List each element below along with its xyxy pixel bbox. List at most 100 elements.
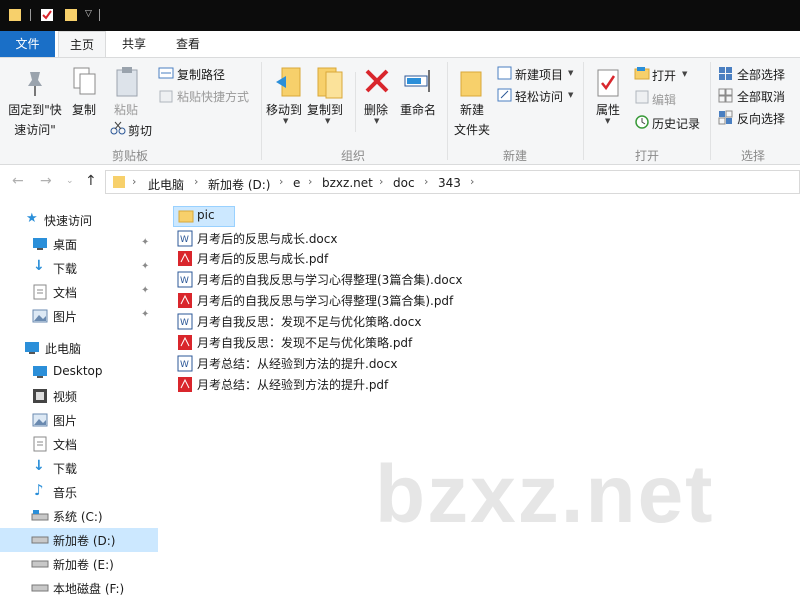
paste-button[interactable]: 粘贴 (114, 101, 138, 118)
copy-to-button[interactable]: 复制到 (307, 101, 343, 118)
ribbon-tab-bar: 文件 主页 共享 查看 (0, 31, 800, 58)
system-drive-icon (31, 510, 49, 521)
cut-button[interactable]: 剪切 (128, 122, 152, 139)
properties-check-icon[interactable] (40, 8, 54, 22)
desktop-icon (33, 366, 47, 378)
breadcrumb-item[interactable]: bzxz.net (322, 176, 373, 190)
chevron-down-icon[interactable]: ▽ (85, 9, 92, 19)
nav-item-drive-e[interactable]: 新加卷 (E:) (0, 552, 158, 576)
select-all-button[interactable]: 全部选择 (737, 66, 785, 83)
nav-label: 系统 (C:) (53, 510, 103, 524)
file-name: 月考自我反思：发现不足与优化策略.docx (197, 315, 422, 329)
pin-icon: ✦ (141, 309, 150, 320)
nav-label: 新加卷 (E:) (53, 558, 114, 572)
svg-text:W: W (180, 318, 189, 328)
history-icon (635, 115, 649, 129)
drive-icon (31, 536, 49, 544)
nav-item-drive-f[interactable]: 本地磁盘 (F:) (0, 576, 158, 600)
tab-view[interactable]: 查看 (162, 31, 214, 57)
properties-button[interactable]: 属性 (596, 101, 620, 118)
list-item[interactable]: 月考总结：从经验到方法的提升.pdf (173, 374, 423, 395)
list-item[interactable]: 月考自我反思：发现不足与优化策略.pdf (173, 332, 453, 353)
open-button[interactable]: 打开 (652, 67, 676, 84)
properties-icon (597, 69, 619, 97)
nav-item-documents-pc[interactable]: 文档 (0, 432, 158, 456)
file-name: pic (197, 208, 215, 222)
group-label-open: 打开 (634, 149, 659, 163)
edit-button[interactable]: 编辑 (652, 91, 676, 108)
drive-icon (31, 560, 49, 568)
nav-this-pc[interactable]: 此电脑 (0, 336, 158, 360)
new-item-button[interactable]: 新建项目 (515, 66, 563, 83)
rename-button[interactable]: 重命名 (400, 101, 436, 118)
navigation-pane: ★ 快速访问 桌面 ✦ ↓ 下载 ✦ 文档 ✦ 图片 ✦ 此电脑 Desktop… (0, 200, 158, 600)
history-button[interactable]: 历史记录 (652, 115, 700, 132)
nav-item-music[interactable]: ♪ 音乐 (0, 480, 158, 504)
nav-item-drive-c[interactable]: 系统 (C:) (0, 504, 158, 528)
tab-share[interactable]: 共享 (110, 31, 158, 57)
invert-selection-button[interactable]: 反向选择 (737, 110, 785, 127)
list-item[interactable]: W 月考自我反思：发现不足与优化策略.docx (173, 311, 453, 332)
group-label-clipboard: 剪贴板 (111, 149, 148, 163)
tab-home[interactable]: 主页 (58, 31, 106, 58)
paste-shortcut-button[interactable]: 粘贴快捷方式 (177, 88, 249, 105)
word-document-icon: W (177, 313, 193, 330)
nav-label: 图片 (53, 310, 78, 324)
pdf-icon (178, 377, 192, 392)
nav-label: 新加卷 (D:) (53, 534, 116, 548)
title-bar: ▽ (0, 0, 800, 31)
pin-icon: ✦ (141, 285, 150, 296)
forward-arrow-icon[interactable]: → (40, 173, 52, 189)
back-arrow-icon[interactable]: ← (12, 173, 24, 189)
nav-item-pictures[interactable]: 图片 ✦ (0, 304, 158, 328)
list-item[interactable]: W 月考总结：从经验到方法的提升.docx (173, 353, 423, 374)
list-item[interactable]: W 月考后的自我反思与学习心得整理(3篇合集).docx (173, 269, 483, 290)
select-none-button[interactable]: 全部取消 (737, 88, 785, 105)
nav-quick-access[interactable]: ★ 快速访问 (0, 208, 158, 232)
new-folder-button[interactable]: 新建 文件夹 (450, 101, 494, 138)
breadcrumb-item[interactable]: 新加卷 (D:) (208, 176, 270, 193)
move-to-button[interactable]: 移动到 (266, 101, 302, 118)
nav-item-pictures-pc[interactable]: 图片 (0, 408, 158, 432)
pin-quick-access-button[interactable]: 固定到"快 速访问" (2, 101, 68, 138)
list-item[interactable]: 月考后的反思与成长.pdf (173, 248, 373, 269)
pin-label-line1: 固定到"快 (8, 103, 62, 117)
select-all-icon (719, 67, 732, 80)
breadcrumb[interactable]: › 此电脑 › 新加卷 (D:) › e › bzxz.net › doc › … (105, 170, 800, 194)
cut-icon (110, 121, 126, 135)
list-item[interactable]: W 月考后的反思与成长.docx (173, 228, 373, 249)
breadcrumb-item[interactable]: e (293, 176, 300, 190)
breadcrumb-item[interactable]: doc (393, 176, 415, 190)
list-item[interactable]: 月考后的自我反思与学习心得整理(3篇合集).pdf (173, 290, 483, 311)
group-label-organize: 组织 (340, 149, 365, 163)
nav-item-downloads[interactable]: ↓ 下载 ✦ (0, 256, 158, 280)
file-name: 月考后的反思与成长.docx (197, 232, 338, 246)
nav-item-documents[interactable]: 文档 ✦ (0, 280, 158, 304)
nav-item-drive-d[interactable]: 新加卷 (D:) (0, 528, 158, 552)
copy-path-button[interactable]: 复制路径 (177, 66, 225, 83)
tab-file[interactable]: 文件 (0, 31, 55, 57)
nav-item-desktop-pc[interactable]: Desktop (0, 360, 158, 384)
edit-icon (635, 90, 649, 104)
nav-item-downloads-pc[interactable]: ↓ 下载 (0, 456, 158, 480)
breadcrumb-item[interactable]: 此电脑 (148, 176, 184, 193)
delete-button[interactable]: 删除 (364, 101, 388, 118)
copy-button[interactable]: 复制 (72, 101, 96, 118)
copy-path-icon (158, 67, 174, 79)
list-item[interactable]: pic (173, 206, 243, 227)
nav-item-desktop[interactable]: 桌面 ✦ (0, 232, 158, 256)
delete-icon (365, 69, 389, 93)
nav-label: 此电脑 (45, 342, 82, 356)
video-icon (33, 389, 47, 403)
new-folder-icon[interactable] (64, 8, 78, 22)
up-arrow-icon[interactable]: ↑ (85, 173, 97, 189)
open-icon (634, 67, 650, 80)
nav-item-videos[interactable]: 视频 (0, 384, 158, 408)
pin-label-line2: 速访问" (14, 123, 56, 137)
svg-text:W: W (180, 360, 189, 370)
invert-selection-icon (718, 110, 733, 125)
breadcrumb-item[interactable]: 343 (438, 176, 461, 190)
picture-icon (32, 309, 48, 323)
easy-access-button[interactable]: 轻松访问 (515, 88, 563, 105)
chevron-down-icon[interactable]: ⌄ (66, 176, 74, 186)
